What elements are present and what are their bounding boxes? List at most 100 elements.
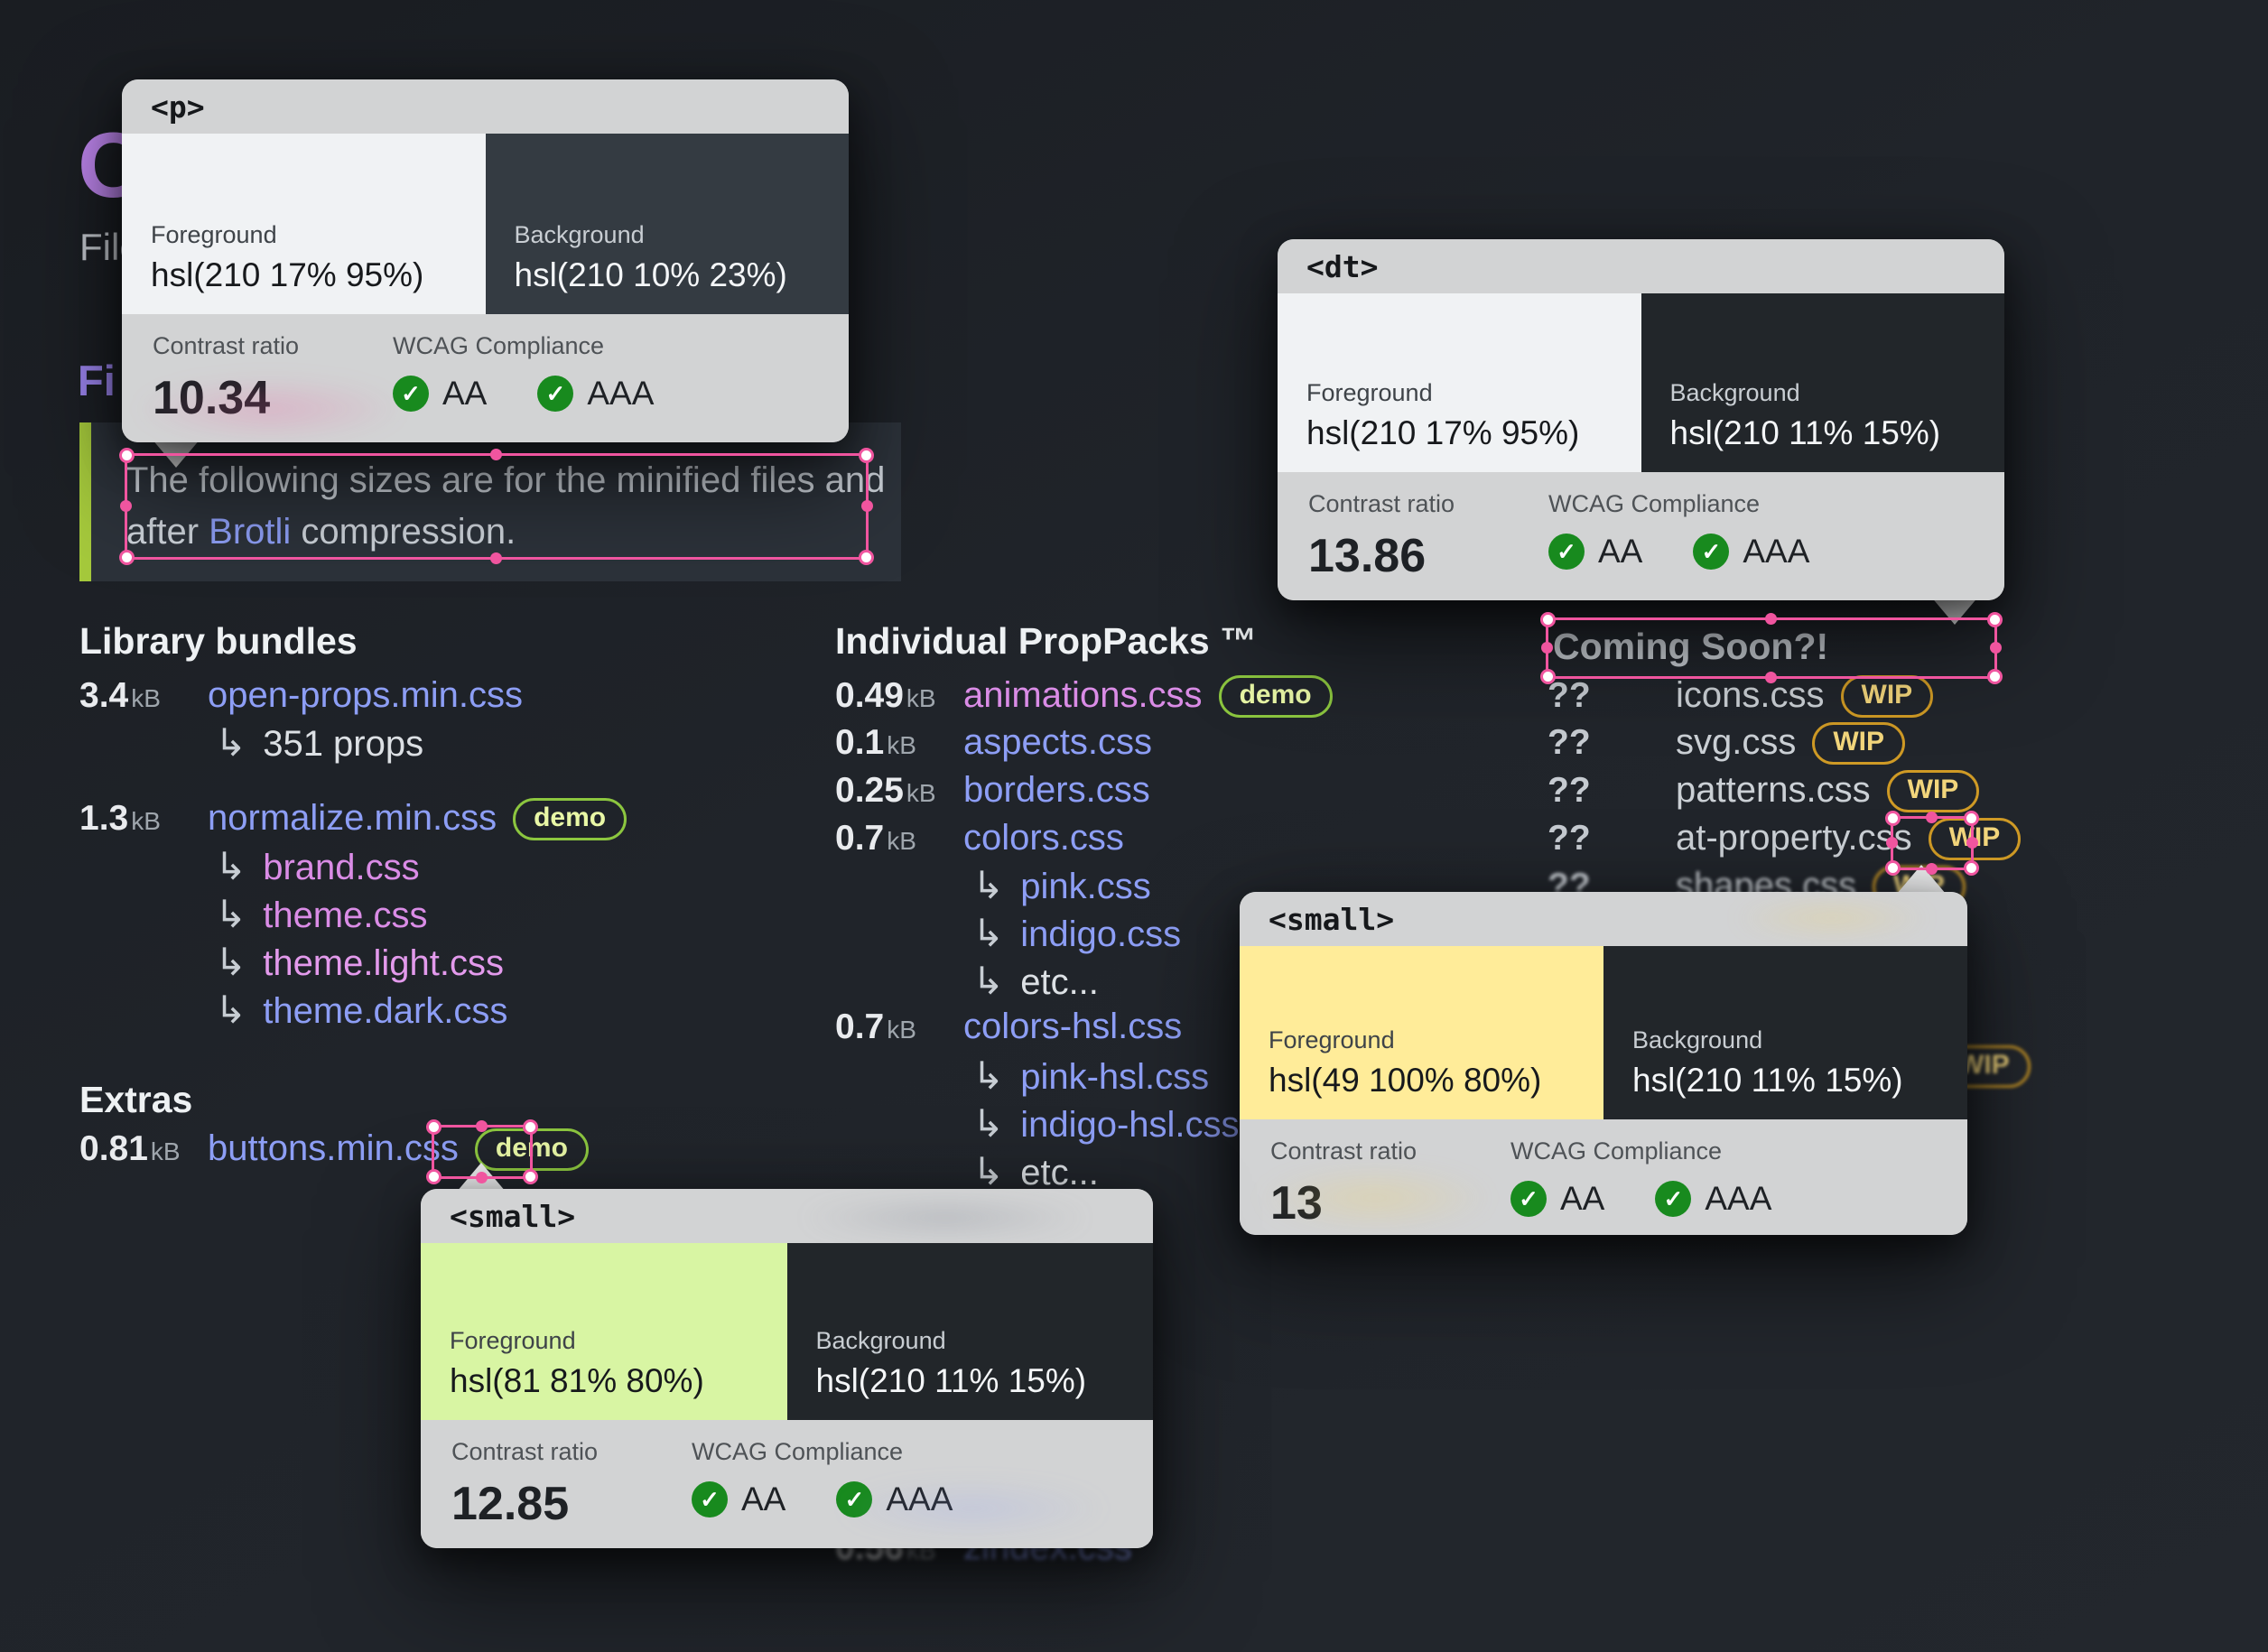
table-row: 3.4 kB open-props.min.css: [79, 675, 523, 719]
selection-handle[interactable]: [1987, 612, 2003, 627]
size-value: 0.25: [835, 771, 904, 810]
list-item: ↳ pink-hsl.css: [972, 1053, 1209, 1098]
selection-handle[interactable]: [1990, 642, 2002, 654]
file-link[interactable]: buttons.min.css: [208, 1128, 459, 1169]
list-item: ↳ 351 props: [215, 720, 423, 765]
selection-handle[interactable]: [523, 1169, 538, 1184]
selection-handle[interactable]: [1886, 837, 1898, 849]
wcag-aa-text: AA: [741, 1480, 786, 1517]
selection-handle[interactable]: [476, 1172, 488, 1183]
selection-handle[interactable]: [1926, 863, 1938, 875]
background-swatch: Background hsl(210 11% 15%): [1641, 293, 2004, 472]
selection-handle[interactable]: [1964, 811, 1979, 826]
sub-file-link[interactable]: indigo.css: [1020, 914, 1181, 955]
selection-handle[interactable]: [120, 500, 132, 512]
size-value: 0.7: [835, 819, 885, 858]
selection-handle[interactable]: [119, 550, 135, 565]
proppacks-title: Individual PropPacks ™: [835, 620, 1258, 662]
foreground-swatch: Foreground hsl(210 17% 95%): [122, 134, 486, 314]
card-header: <small>: [421, 1189, 1153, 1243]
branch-arrow-icon: ↳: [215, 988, 247, 1031]
selection-handle[interactable]: [1926, 812, 1938, 823]
file-link[interactable]: aspects.css: [963, 722, 1152, 763]
contrast-ratio-block: Contrast ratio 10.34: [153, 314, 393, 442]
wcag-aaa-text: AAA: [1743, 533, 1810, 570]
wcag-aa-text: AA: [442, 375, 488, 412]
selection-handle[interactable]: [1765, 672, 1777, 683]
card-footer: Contrast ratio 13 WCAG Compliance ✓ AA ✓ A…: [1240, 1119, 1967, 1235]
selection-handle[interactable]: [859, 448, 874, 463]
check-icon: ✓: [1510, 1181, 1547, 1217]
demo-badge[interactable]: demo: [1218, 675, 1333, 718]
sub-file-link[interactable]: theme.light.css: [263, 943, 504, 984]
list-item: ↳ indigo-hsl.css: [972, 1101, 1240, 1146]
file-link[interactable]: colors-hsl.css: [963, 1007, 1182, 1047]
sub-file-link[interactable]: pink.css: [1020, 867, 1151, 907]
selection-handle[interactable]: [1885, 811, 1901, 826]
card-swatches: Foreground hsl(210 17% 95%) Background h…: [1278, 293, 2004, 472]
selection-handle[interactable]: [426, 1169, 442, 1184]
selection-handle[interactable]: [1541, 642, 1553, 654]
selection-handle[interactable]: [1966, 837, 1978, 849]
file-link[interactable]: open-props.min.css: [208, 675, 523, 716]
check-icon: ✓: [692, 1481, 728, 1517]
size-value: 3.4: [79, 676, 129, 715]
wcag-block: WCAG Compliance ✓ AA ✓ AAA: [1510, 1119, 1771, 1235]
file-link[interactable]: colors.css: [963, 818, 1124, 858]
wcag-block: WCAG Compliance ✓ AA ✓ AAA: [393, 314, 654, 442]
check-icon: ✓: [393, 376, 429, 412]
selection-handle[interactable]: [490, 552, 502, 564]
selection-handle[interactable]: [1987, 669, 2003, 684]
sub-item: 351 props: [263, 724, 424, 764]
selection-handle[interactable]: [426, 1119, 442, 1135]
file-link[interactable]: animations.css: [963, 675, 1203, 716]
swatch-value: hsl(81 81% 80%): [450, 1362, 704, 1399]
sub-file-link[interactable]: theme.dark.css: [263, 991, 507, 1032]
sub-item: etc...: [1020, 962, 1099, 1002]
selection-handle[interactable]: [1540, 612, 1556, 627]
brotli-link[interactable]: Brotli: [209, 512, 291, 552]
demo-badge[interactable]: demo: [513, 798, 627, 840]
note-line1: The following sizes are for the minified…: [126, 460, 886, 500]
list-item: ↳ indigo.css: [972, 911, 1181, 955]
selection-handle[interactable]: [490, 449, 502, 460]
list-item: ↳ theme.css: [215, 892, 428, 936]
list-item: ↳ pink.css: [972, 863, 1151, 907]
file-link[interactable]: borders.css: [963, 770, 1150, 811]
sub-file-link[interactable]: theme.css: [263, 896, 427, 936]
selection-handle[interactable]: [859, 550, 874, 565]
sub-file-link[interactable]: pink-hsl.css: [1020, 1057, 1209, 1098]
wip-badge: WIP: [1812, 722, 1906, 765]
sub-file-link[interactable]: brand.css: [263, 848, 419, 888]
file-size: 0.49 kB: [835, 676, 963, 716]
wcag-aa-badge: ✓ AA: [393, 375, 487, 413]
size-unit: kB: [887, 731, 916, 759]
file-link[interactable]: normalize.min.css: [208, 798, 497, 839]
wip-badge: WIP: [1886, 770, 1980, 812]
wcag-aaa-badge: ✓ AAA: [537, 375, 654, 413]
selection-handle[interactable]: [523, 1119, 538, 1135]
selection-handle[interactable]: [119, 448, 135, 463]
extras-title: Extras: [79, 1079, 193, 1120]
note-text: The following sizes are for the minified…: [126, 455, 885, 558]
wcag-aa-badge: ✓ AA: [692, 1480, 785, 1518]
selection-handle[interactable]: [1765, 613, 1777, 625]
file-name: patterns.css: [1676, 770, 1871, 810]
swatch-label: Foreground: [1306, 379, 1433, 406]
branch-arrow-icon: ↳: [215, 941, 247, 983]
sub-file-link[interactable]: indigo-hsl.css: [1020, 1105, 1239, 1146]
selection-handle[interactable]: [861, 500, 873, 512]
selection-handle[interactable]: [1885, 860, 1901, 876]
contrast-ratio-label: Contrast ratio: [153, 332, 300, 359]
contrast-ratio-value: 13.86: [1308, 530, 1427, 582]
size-value: 1.3: [79, 799, 129, 838]
selection-handle[interactable]: [1540, 669, 1556, 684]
selection-handle[interactable]: [476, 1120, 488, 1132]
table-row: 0.25 kB borders.css: [835, 770, 1150, 813]
tooltip-tail: [1897, 865, 1946, 894]
size-value: 0.49: [835, 676, 904, 715]
contrast-card-dt: <dt> Foreground hsl(210 17% 95%) Backgro…: [1278, 239, 2004, 600]
file-name: icons.css: [1676, 675, 1825, 715]
contrast-ratio-block: Contrast ratio 12.85: [451, 1420, 692, 1548]
selection-handle[interactable]: [1964, 860, 1979, 876]
